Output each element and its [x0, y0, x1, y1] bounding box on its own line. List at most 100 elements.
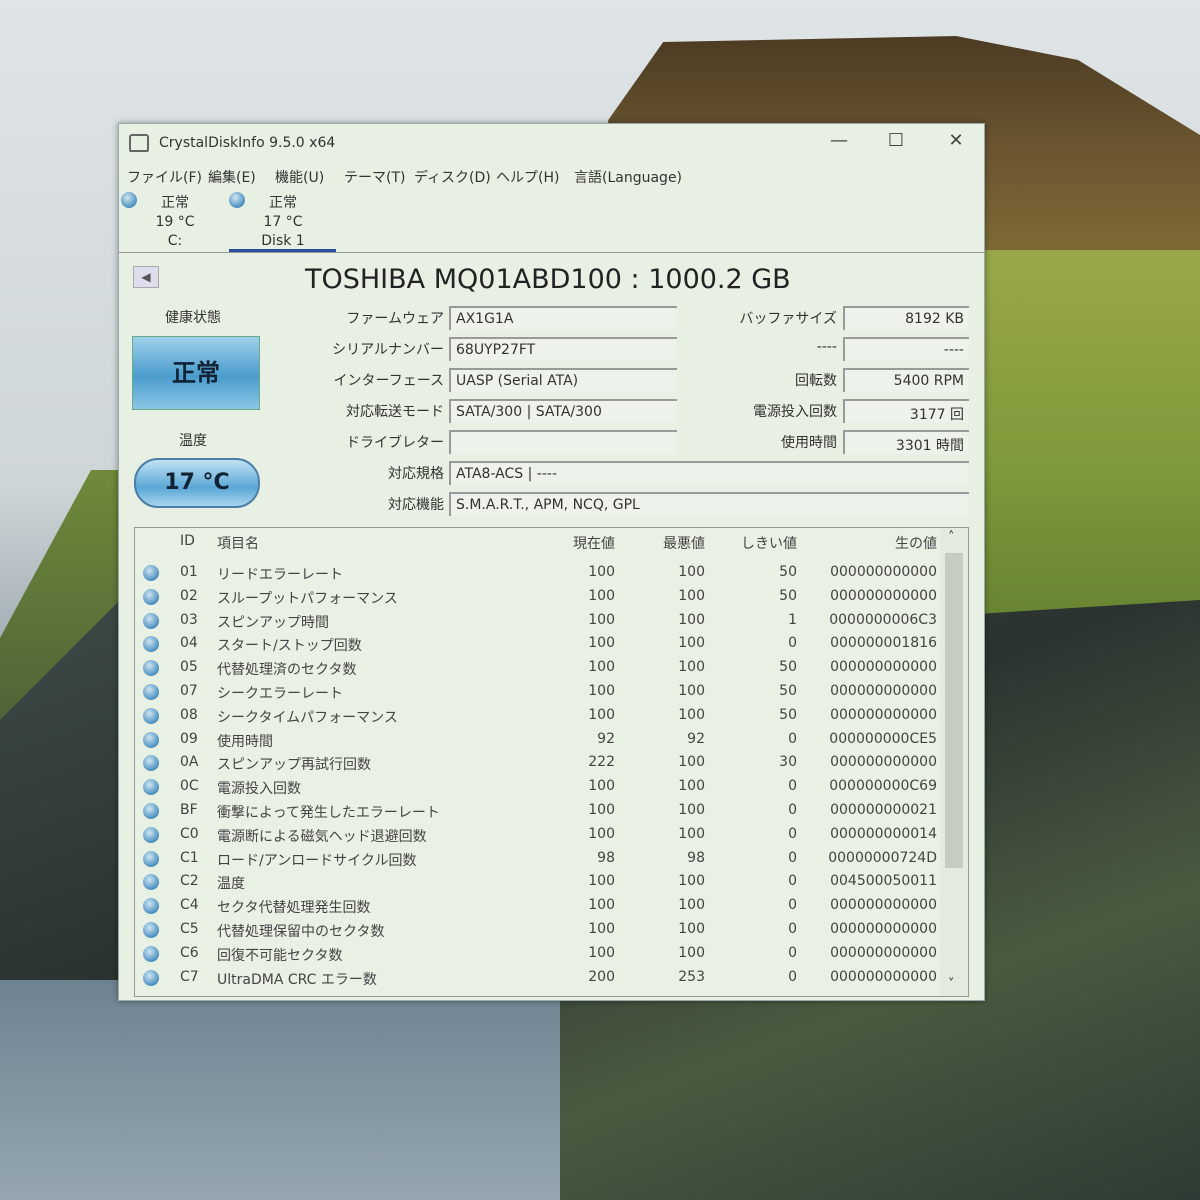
status-dot-icon [229, 192, 245, 208]
header-name: 項目名 [217, 536, 259, 552]
menu-file[interactable]: ファイル(F) [127, 167, 202, 187]
info-value: 3177 回 [843, 399, 969, 423]
table-row[interactable]: 03 スピンアップ時間 100 100 1 0000000006C3 [135, 610, 940, 633]
info-value: 5400 RPM [843, 368, 969, 392]
attr-raw: 000000000000 [830, 564, 937, 580]
menu-help[interactable]: ヘルプ(H) [496, 167, 559, 187]
info-label: ドライブレター [346, 435, 444, 451]
attr-worst: 100 [678, 802, 705, 818]
scroll-down-icon[interactable]: ˅ [948, 977, 955, 992]
attr-raw: 000000000000 [830, 968, 937, 985]
table-row[interactable]: 0A スピンアップ再試行回数 222 100 30 000000000000 [135, 752, 940, 775]
menu-language[interactable]: 言語(Language) [574, 167, 682, 187]
temperature-label: 温度 [179, 433, 207, 449]
attr-worst: 100 [678, 564, 705, 580]
table-row[interactable]: 08 シークタイムパフォーマンス 100 100 50 000000000000 [135, 705, 940, 728]
info-value: ATA8-ACS | ---- [449, 461, 969, 485]
menu-edit[interactable]: 編集(E) [208, 167, 256, 187]
attr-threshold: 50 [779, 706, 797, 723]
table-row[interactable]: 07 シークエラーレート 100 100 50 000000000000 [135, 681, 940, 704]
attr-raw: 000000000CE5 [829, 730, 937, 747]
table-row[interactable]: 0C 電源投入回数 100 100 0 000000000C69 [135, 776, 940, 799]
attr-threshold: 0 [788, 968, 797, 985]
attr-id: C7 [180, 968, 199, 985]
attr-current: 100 [588, 706, 615, 723]
attr-worst: 100 [678, 825, 705, 842]
disk-temp: 17 °C [263, 214, 303, 230]
menu-function[interactable]: 機能(U) [275, 167, 324, 187]
header-threshold: しきい値 [741, 536, 797, 552]
attr-raw: 000000001816 [830, 635, 937, 652]
table-row[interactable]: C1 ロード/アンロードサイクル回数 98 98 0 00000000724D [135, 848, 940, 871]
attr-id: 04 [180, 635, 198, 652]
status-dot-icon [143, 945, 159, 962]
attr-worst: 100 [678, 611, 705, 628]
table-row[interactable]: C4 セクタ代替処理発生回数 100 100 0 000000000000 [135, 895, 940, 918]
info-value: UASP (Serial ATA) [449, 368, 677, 392]
attr-id: C0 [180, 825, 199, 842]
attr-threshold: 0 [788, 849, 797, 866]
attr-name: リードエラーレート [217, 567, 343, 583]
table-row[interactable]: 01 リードエラーレート 100 100 50 000000000000 [135, 562, 940, 585]
status-dot-icon [143, 969, 159, 986]
attr-threshold: 50 [779, 587, 797, 604]
attr-threshold: 0 [788, 730, 797, 747]
close-button[interactable]: ✕ [936, 130, 976, 151]
info-label: ファームウェア [346, 311, 444, 327]
attr-current: 98 [597, 849, 615, 866]
background-sea [0, 980, 560, 1200]
table-row[interactable]: 02 スループットパフォーマンス 100 100 50 000000000000 [135, 586, 940, 609]
status-dot-icon [143, 731, 159, 748]
attr-raw: 000000000000 [830, 659, 937, 676]
attr-name: シークタイムパフォーマンス [217, 709, 398, 726]
previous-disk-button[interactable]: ◀ [133, 266, 159, 288]
table-row[interactable]: 05 代替処理済のセクタ数 100 100 50 000000000000 [135, 657, 940, 680]
disk-name: C: [167, 233, 183, 249]
scrollbar[interactable]: ˄ ˅ [940, 528, 968, 996]
info-label: シリアルナンバー [332, 342, 444, 358]
health-status-badge[interactable]: 正常 [132, 336, 260, 410]
table-row[interactable]: 04 スタート/ストップ回数 100 100 0 000000001816 [135, 633, 940, 656]
table-row[interactable]: C2 温度 100 100 0 004500050011 [135, 871, 940, 894]
table-row[interactable]: C7 UltraDMA CRC エラー数 200 253 0 000000000000 [135, 967, 940, 990]
status-dot-icon [143, 660, 159, 677]
minimize-button[interactable]: — [819, 130, 859, 151]
table-row[interactable]: C5 代替処理保留中のセクタ数 100 100 0 000000000000 [135, 919, 940, 942]
attr-current: 100 [588, 587, 615, 604]
table-row[interactable]: C0 電源断による磁気ヘッド退避回数 100 100 0 000000000014 [135, 824, 940, 847]
info-label: 対応機能 [388, 497, 444, 513]
scroll-up-icon[interactable]: ˄ [948, 530, 955, 545]
attr-threshold: 30 [779, 754, 797, 771]
attr-id: C1 [180, 849, 199, 866]
table-row[interactable]: C6 回復不可能セクタ数 100 100 0 000000000000 [135, 943, 940, 966]
attr-name: セクタ代替処理発生回数 [217, 900, 371, 917]
attr-worst: 100 [678, 754, 705, 771]
status-dot-icon [143, 684, 159, 700]
status-dot-icon [143, 612, 159, 629]
attr-worst: 92 [687, 730, 705, 747]
info-value [449, 430, 677, 454]
attr-current: 100 [588, 802, 615, 818]
maximize-button[interactable]: ☐ [876, 130, 916, 151]
attr-worst: 98 [687, 849, 705, 866]
table-row[interactable]: BF 衝撃によって発生したエラーレート 100 100 0 000000000021 [135, 800, 940, 823]
attr-threshold: 0 [788, 778, 797, 795]
info-value: AX1G1A [449, 306, 677, 330]
window-title: CrystalDiskInfo 9.5.0 x64 [159, 135, 336, 151]
attr-id: 0A [180, 754, 199, 771]
table-row[interactable]: 09 使用時間 92 92 0 000000000CE5 [135, 729, 940, 752]
attr-raw: 000000000000 [830, 944, 937, 961]
menu-disk[interactable]: ディスク(D) [414, 167, 491, 187]
info-label: 電源投入回数 [753, 404, 837, 420]
status-dot-icon [143, 707, 159, 724]
header-id: ID [180, 533, 195, 549]
status-dot-icon [143, 803, 159, 819]
attr-raw: 000000000000 [830, 683, 937, 699]
attr-raw: 000000000C69 [829, 778, 937, 795]
attr-worst: 100 [678, 944, 705, 961]
scrollbar-thumb[interactable] [945, 553, 963, 868]
attr-threshold: 0 [788, 873, 797, 890]
status-dot-icon [143, 565, 159, 581]
attr-worst: 253 [678, 968, 705, 985]
menu-theme[interactable]: テーマ(T) [344, 167, 405, 187]
